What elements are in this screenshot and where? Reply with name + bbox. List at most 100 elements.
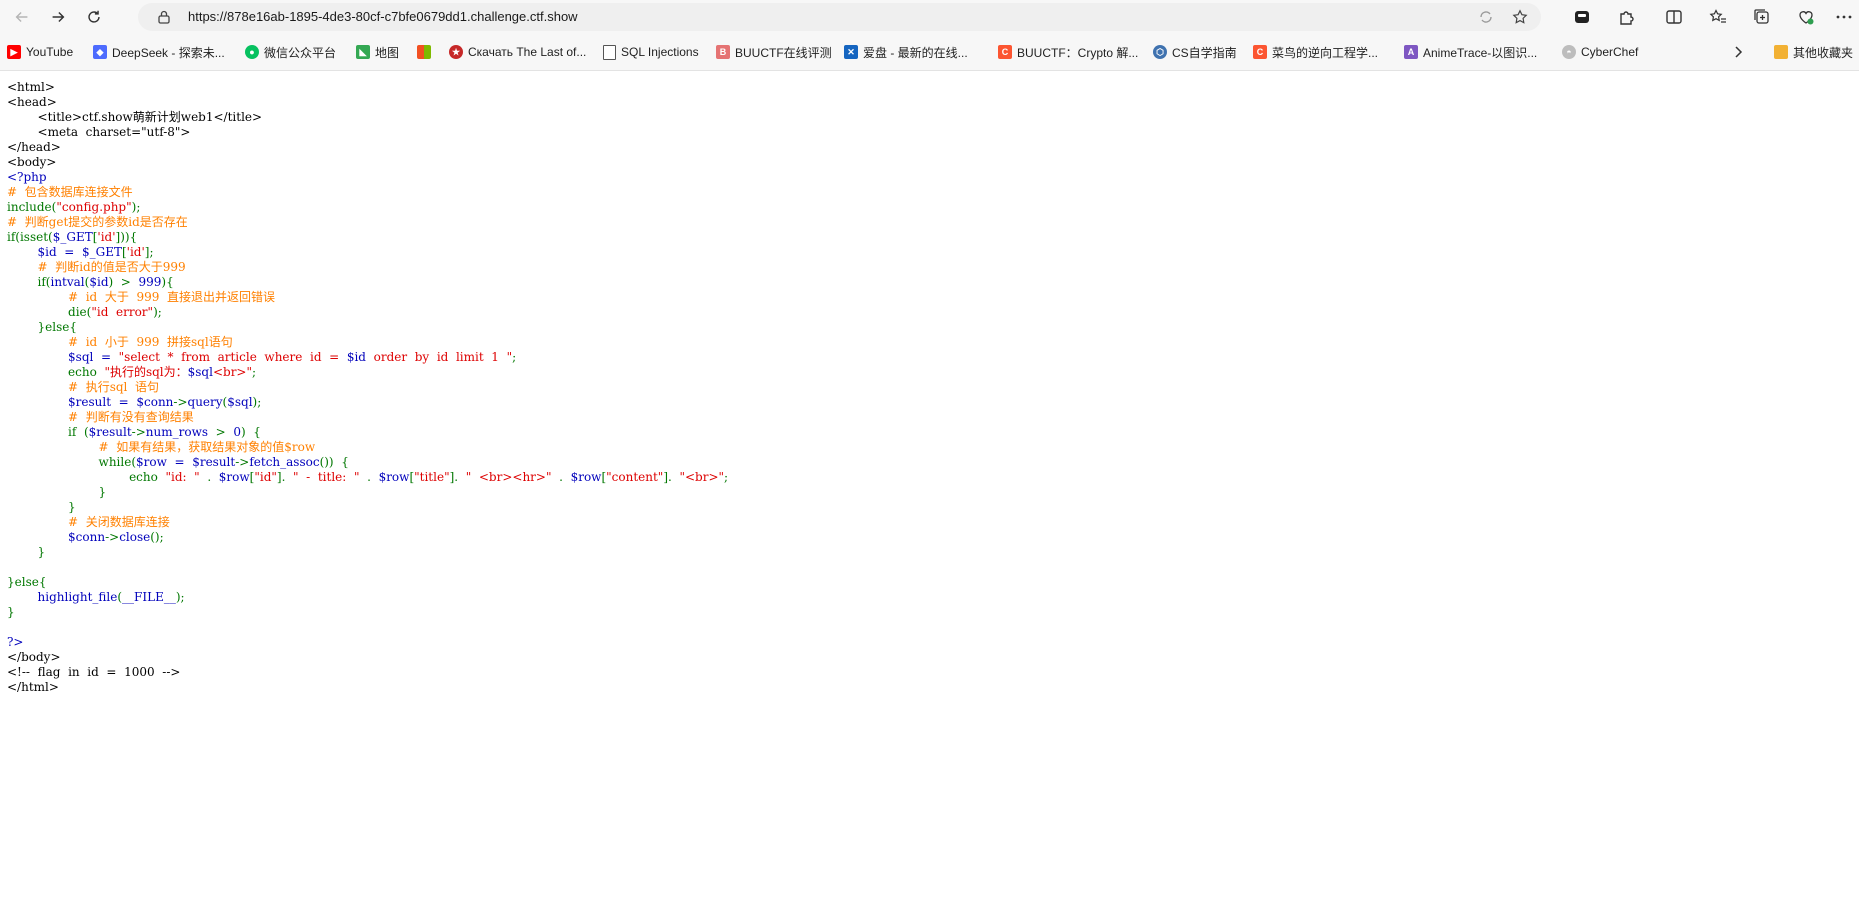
code-token-default: $_GET — [52, 230, 93, 244]
code-token-string: "id: " — [165, 470, 208, 484]
bookmark-microsoft[interactable] — [417, 43, 436, 61]
code-line: </head> — [7, 140, 728, 155]
read-aloud-icon[interactable] — [1478, 9, 1494, 25]
bookmark-wechat[interactable]: ● 微信公众平台 — [245, 43, 336, 61]
code-token-keyword: -> — [173, 395, 188, 409]
site-icon: ★ — [449, 45, 463, 59]
bookmark-label: DeepSeek - 探索未... — [112, 45, 225, 60]
more-menu-button[interactable] — [1833, 6, 1855, 28]
browser-toolbar: https://878e16ab-1895-4de3-80cf-c7bfe067… — [0, 0, 1859, 34]
code-line: if(intval($id) > 999){ — [7, 275, 728, 290]
url-text[interactable]: https://878e16ab-1895-4de3-80cf-c7bfe067… — [188, 9, 578, 24]
bookmark-last-of-us[interactable]: ★ Скачать The Last of... — [449, 43, 586, 61]
code-line: echo "id: " . $row["id"]. " - title: " .… — [7, 470, 728, 485]
code-line: } — [7, 485, 728, 500]
bookmark-reverse-engineering[interactable]: C 菜鸟的逆向工程学... — [1253, 43, 1378, 61]
code-token-keyword: -> — [235, 455, 250, 469]
code-token-html: </head> — [7, 140, 61, 154]
bookmark-label: BUUCTF：Crypto 解... — [1017, 45, 1139, 60]
code-token-keyword: (); — [150, 530, 164, 544]
code-token-default: 0 — [233, 425, 241, 439]
code-line: include("config.php"); — [7, 200, 728, 215]
bookmark-youtube[interactable]: ▶ YouTube — [7, 43, 73, 61]
code-token-keyword — [7, 395, 68, 409]
code-token-keyword: > — [215, 425, 234, 439]
bookmark-label: Скачать The Last of... — [468, 45, 587, 59]
bookmark-sql-injections[interactable]: SQL Injections — [603, 43, 699, 61]
split-screen-icon — [1666, 10, 1682, 24]
collections-button[interactable] — [1751, 6, 1773, 28]
bookmark-animetrace[interactable]: A AnimeTrace-以图识... — [1404, 43, 1537, 61]
code-token-default: 999 — [138, 275, 162, 289]
code-token-html: <title>ctf.show萌新计划web1</title> — [7, 110, 263, 124]
refresh-icon — [88, 10, 100, 23]
bookmark-deepseek[interactable]: ◆ DeepSeek - 探索未... — [93, 43, 225, 61]
code-line: } — [7, 500, 728, 515]
bookmark-cyberchef[interactable]: ◓ CyberChef — [1562, 43, 1638, 61]
code-line: $sql = "select * from article where id =… — [7, 350, 728, 365]
chevron-right-icon — [1735, 46, 1743, 58]
code-line: # 执行sql 语句 — [7, 380, 728, 395]
favorite-star-icon[interactable] — [1512, 9, 1528, 25]
code-token-default: close — [119, 530, 151, 544]
bookmark-label: BUUCTF在线评测 — [735, 45, 832, 60]
code-token-keyword: . — [559, 470, 571, 484]
animetrace-icon: A — [1404, 45, 1418, 59]
code-token-string: 'id' — [97, 230, 116, 244]
code-token-keyword: . — [207, 470, 219, 484]
code-token-keyword — [7, 350, 68, 364]
code-line: if(isset($_GET['id'])){ — [7, 230, 728, 245]
code-token-default: num_rows — [145, 425, 216, 439]
code-token-default: $row — [218, 470, 250, 484]
forward-button[interactable] — [44, 4, 72, 30]
page-icon — [603, 44, 616, 60]
extensions-button[interactable] — [1615, 6, 1637, 28]
code-token-keyword: ) { — [240, 425, 261, 439]
back-button[interactable] — [8, 4, 36, 30]
code-token-default: $result — [88, 425, 132, 439]
cs-icon: ⬡ — [1153, 45, 1167, 59]
code-line: # 判断get提交的参数id是否存在 — [7, 215, 728, 230]
bookmarks-overflow-button[interactable] — [1730, 43, 1746, 61]
code-token-default: query — [187, 395, 223, 409]
code-token-comment: # id 小于 999 拼接sql语句 — [7, 335, 233, 349]
code-line: $conn->close(); — [7, 530, 728, 545]
code-token-default: intval — [50, 275, 85, 289]
performance-button[interactable] — [1795, 6, 1817, 28]
code-token-default: $row — [570, 470, 602, 484]
code-token-keyword: . — [367, 470, 379, 484]
other-bookmarks-folder[interactable]: 其他收藏夹 — [1774, 43, 1853, 61]
code-line: </body> — [7, 650, 728, 665]
code-token-keyword: ); — [131, 200, 141, 214]
code-token-keyword: ()) { — [319, 455, 349, 469]
code-token-keyword: if ( — [7, 425, 89, 439]
back-arrow-icon — [15, 11, 28, 23]
bookmark-map[interactable]: ◣ 地图 — [356, 43, 399, 61]
split-screen-button[interactable] — [1663, 6, 1685, 28]
address-bar[interactable]: https://878e16ab-1895-4de3-80cf-c7bfe067… — [138, 3, 1541, 31]
refresh-button[interactable] — [80, 4, 108, 30]
code-line: # 如果有结果，获取结果对象的值$row — [7, 440, 728, 455]
code-token-default: __FILE__ — [122, 590, 176, 604]
code-token-keyword: ); — [252, 395, 262, 409]
extension-button[interactable] — [1571, 6, 1593, 28]
extension-app-icon — [1575, 11, 1589, 23]
code-token-default: $id — [346, 350, 366, 364]
code-token-string: "id error" — [91, 305, 154, 319]
lock-icon[interactable] — [156, 9, 172, 25]
code-token-keyword: } — [7, 605, 15, 619]
code-line: <meta charset="utf-8"> — [7, 125, 728, 140]
bookmark-cs-guide[interactable]: ⬡ CS自学指南 — [1153, 43, 1237, 61]
code-token-comment: # 如果有结果，获取结果对象的值 — [7, 440, 285, 454]
bookmark-label: 微信公众平台 — [264, 45, 337, 60]
bookmark-buuctf[interactable]: B BUUCTF在线评测 — [716, 43, 832, 61]
code-token-keyword: echo — [7, 365, 105, 379]
code-token-keyword: include( — [7, 200, 57, 214]
bookmark-label: SQL Injections — [621, 45, 699, 59]
code-token-string: "id" — [254, 470, 277, 484]
bookmark-label: 爱盘 - 最新的在线... — [863, 45, 968, 60]
favorites-button[interactable] — [1707, 6, 1729, 28]
bookmark-buuctf-crypto[interactable]: C BUUCTF：Crypto 解... — [998, 43, 1138, 61]
bookmark-aipan[interactable]: ✕ 爱盘 - 最新的在线... — [844, 43, 968, 61]
code-token-keyword: } — [7, 485, 107, 499]
